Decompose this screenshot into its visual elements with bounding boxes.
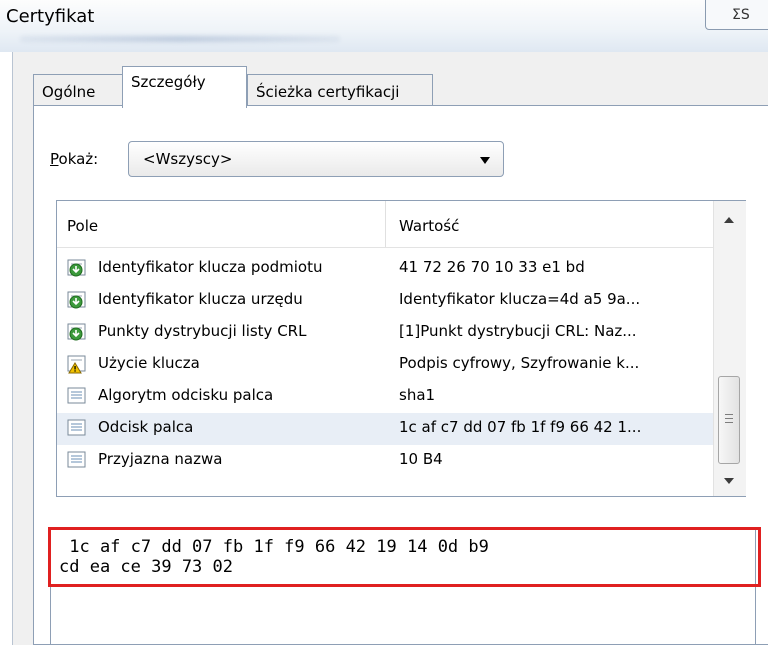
property-icon — [67, 419, 86, 436]
field-name: Punkty dystrybucji listy CRL — [98, 322, 307, 340]
scroll-down-icon[interactable] — [724, 478, 734, 484]
list-row[interactable]: Identyfikator klucza urzędu Identyfikato… — [57, 285, 713, 317]
list-row-selected[interactable]: Odcisk palca 1c af c7 dd 07 fb 1f f9 66 … — [57, 413, 713, 445]
property-icon — [67, 387, 86, 404]
chevron-down-icon — [480, 157, 490, 164]
list-row[interactable]: Użycie klucza Podpis cyfrowy, Szyfrowani… — [57, 349, 713, 381]
field-name: Identyfikator klucza podmiotu — [98, 258, 323, 276]
field-value: 10 B4 — [399, 450, 443, 468]
tab-certification-path[interactable]: Ścieżka certyfikacji — [247, 74, 433, 106]
list-row[interactable]: Identyfikator klucza podmiotu 41 72 26 7… — [57, 253, 713, 285]
show-dropdown[interactable]: <Wszyscy> — [128, 141, 504, 177]
tab-general[interactable]: Ogólne — [33, 74, 125, 106]
scrollbar-thumb[interactable] — [718, 376, 740, 464]
grip-line — [725, 418, 733, 419]
scroll-up-icon[interactable] — [724, 217, 734, 223]
critical-extension-icon — [67, 355, 86, 374]
cert-extension-icon — [67, 291, 86, 309]
grip-line — [725, 422, 733, 423]
close-icon: ΣS — [732, 7, 750, 23]
show-label: Pokaż: — [50, 150, 98, 168]
field-value: 1c af c7 dd 07 fb 1f f9 66 42 1... — [399, 418, 642, 436]
field-name: Algorytm odcisku palca — [98, 386, 274, 404]
title-bar: Certyfikat ΣS — [0, 0, 768, 52]
close-button[interactable]: ΣS — [705, 0, 768, 30]
tab-details[interactable]: Szczegóły — [122, 66, 247, 108]
field-value: Identyfikator klucza=4d a5 9a... — [399, 290, 641, 308]
column-header-field[interactable]: Pole — [67, 217, 98, 235]
field-value: [1]Punkt dystrybucji CRL: Naz... — [399, 322, 637, 340]
field-name: Identyfikator klucza urzędu — [98, 290, 303, 308]
window-title: Certyfikat — [6, 6, 95, 27]
list-row[interactable]: Punkty dystrybucji listy CRL [1]Punkt dy… — [57, 317, 713, 349]
fields-list[interactable]: Pole Wartość Identyfikator klucza podmio… — [56, 200, 746, 497]
cert-extension-icon — [67, 323, 86, 341]
background-window-blur — [20, 36, 340, 42]
show-dropdown-value: <Wszyscy> — [143, 150, 233, 168]
list-scrollbar[interactable] — [713, 201, 746, 496]
highlight-frame — [48, 527, 761, 587]
list-row[interactable]: Algorytm odcisku palca sha1 — [57, 381, 713, 413]
field-name: Użycie klucza — [98, 354, 200, 372]
column-separator[interactable] — [385, 201, 386, 247]
field-value: 41 72 26 70 10 33 e1 bd — [399, 258, 585, 276]
field-value: sha1 — [399, 386, 436, 404]
field-name: Odcisk palca — [98, 418, 194, 436]
show-label-text: okaż: — [58, 150, 99, 168]
list-row[interactable]: Przyjazna nazwa 10 B4 — [57, 445, 713, 477]
property-icon — [67, 451, 86, 468]
cert-extension-icon — [67, 259, 86, 277]
list-header: Pole Wartość — [57, 201, 713, 248]
field-value: Podpis cyfrowy, Szyfrowanie k... — [399, 354, 640, 372]
column-header-value[interactable]: Wartość — [399, 217, 459, 235]
field-name: Przyjazna nazwa — [98, 450, 223, 468]
show-label-accelerator: P — [50, 150, 59, 168]
grip-line — [725, 414, 733, 415]
